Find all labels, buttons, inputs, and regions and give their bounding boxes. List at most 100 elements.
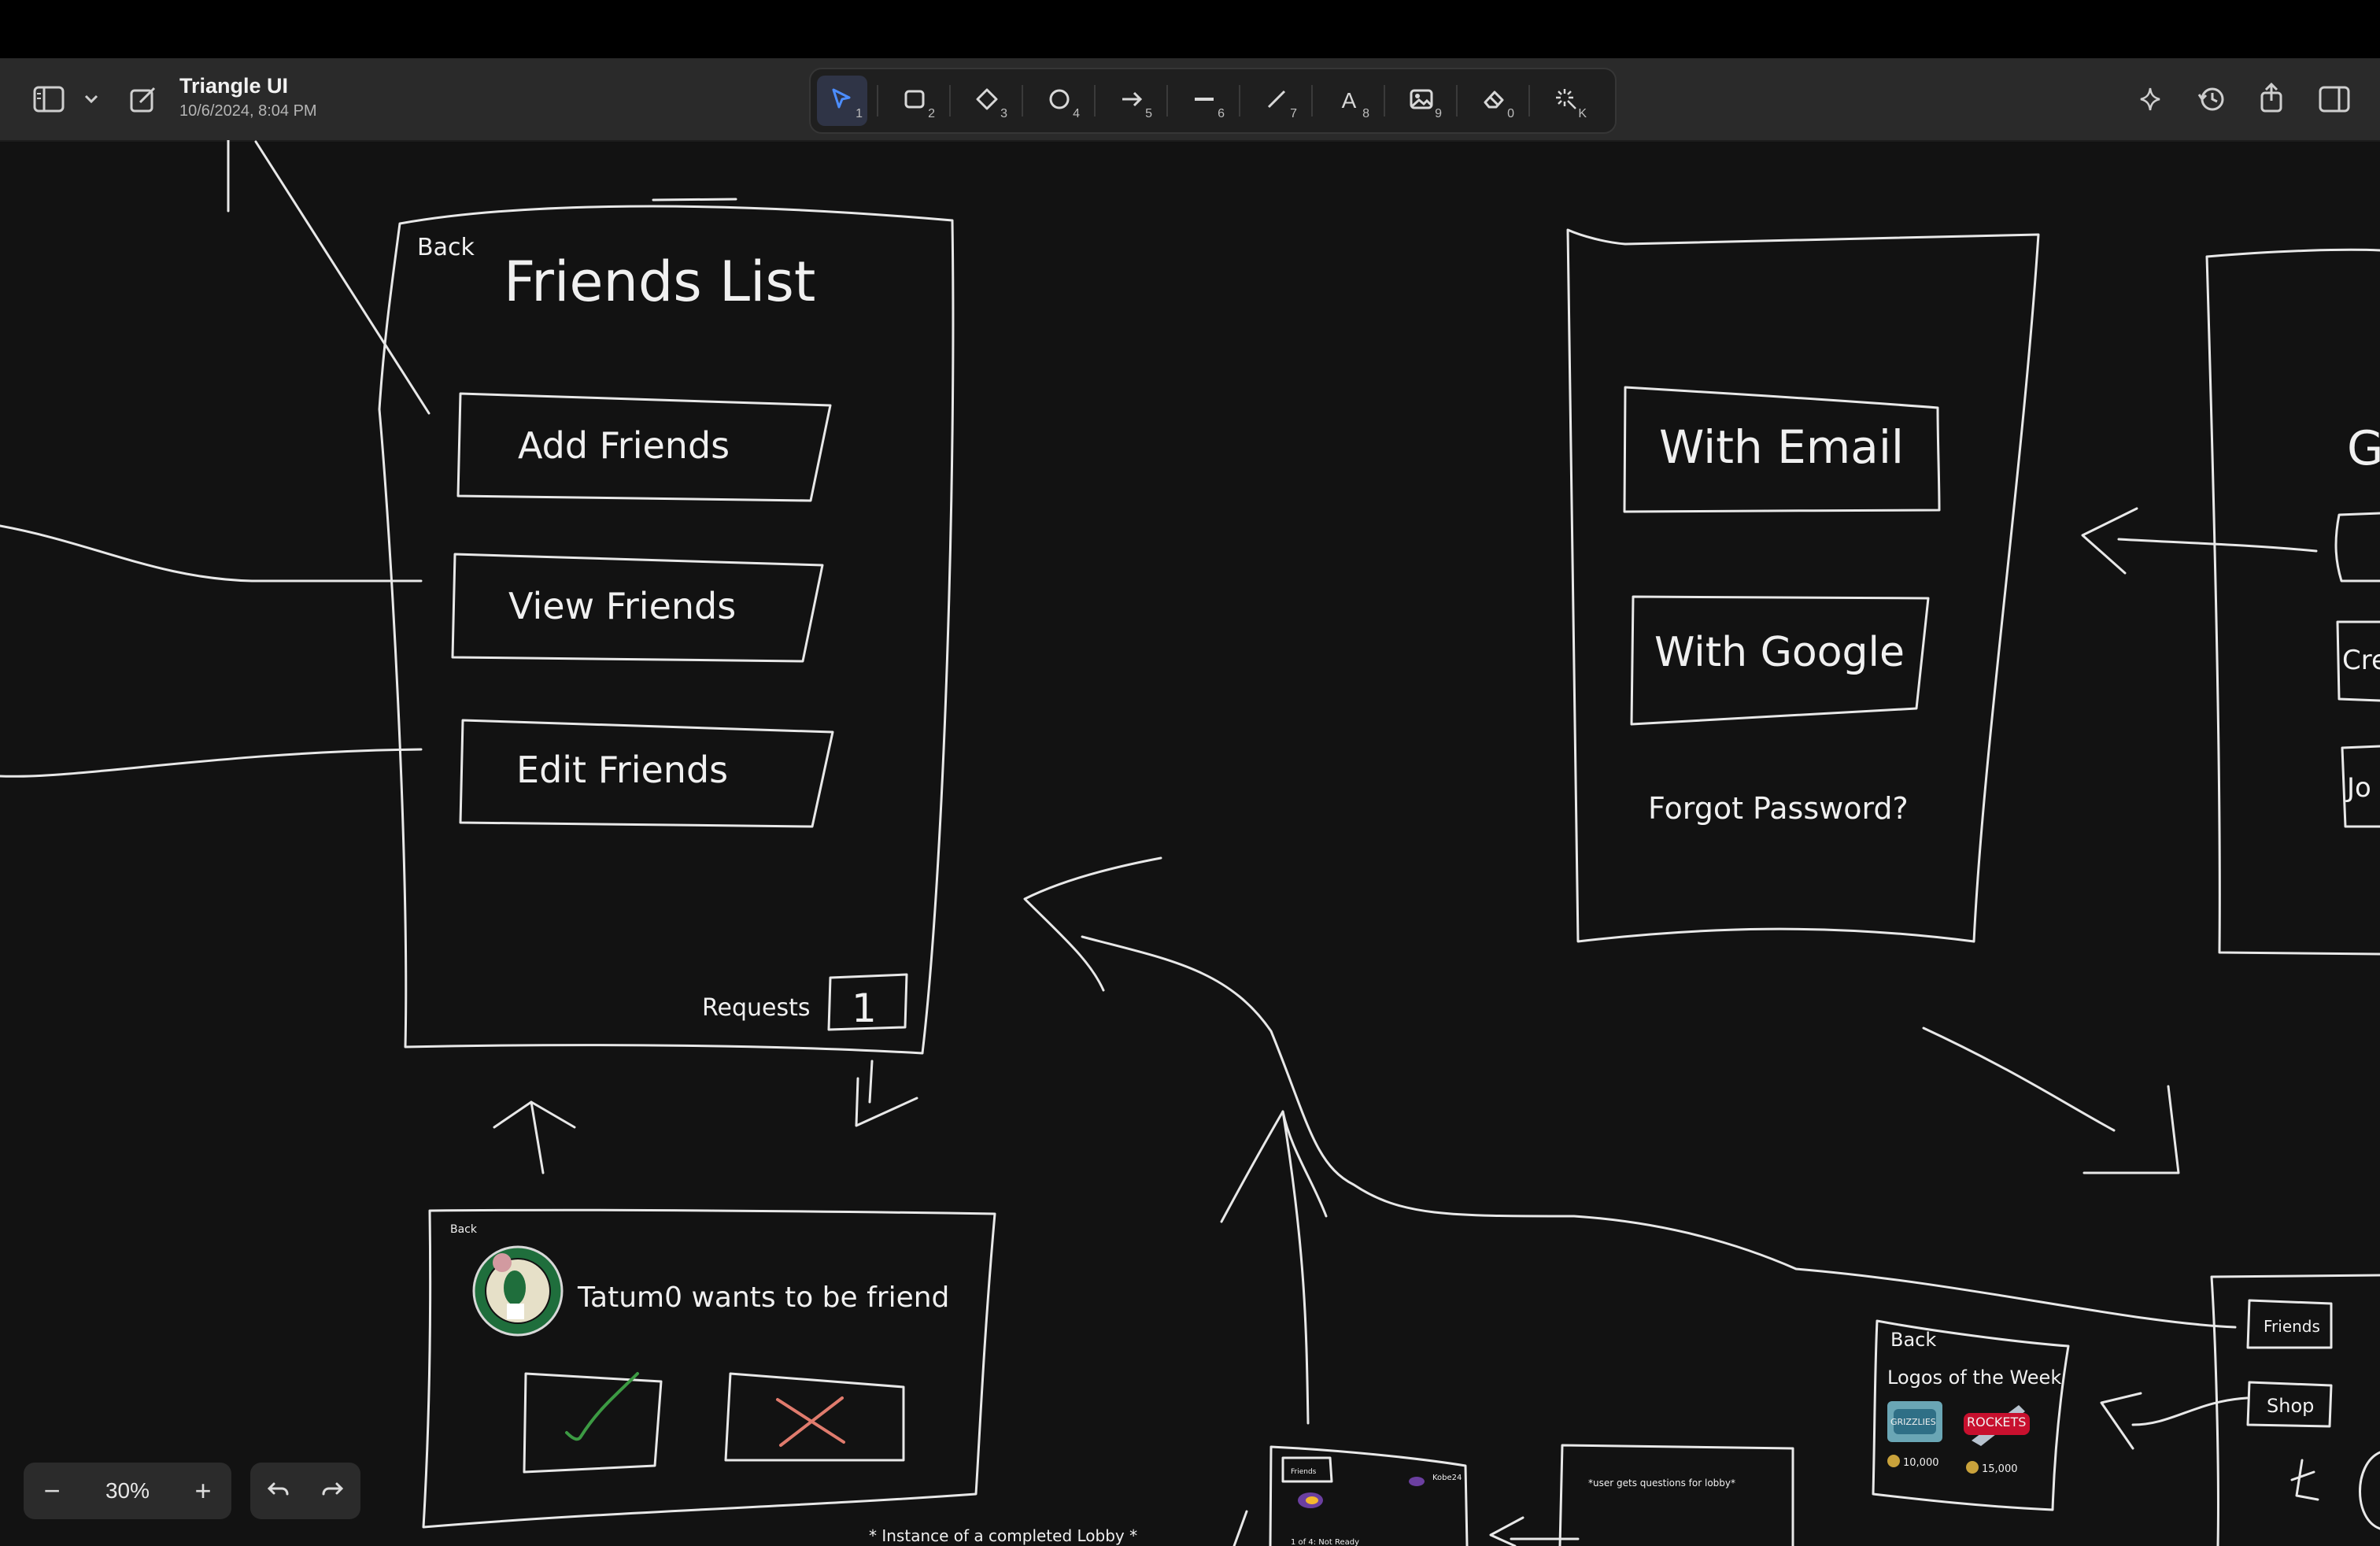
divider [1094, 85, 1096, 117]
zoom-in-button[interactable]: + [175, 1463, 231, 1519]
chevron-down-icon[interactable] [69, 77, 113, 121]
eraser-tool[interactable]: 0 [1469, 76, 1519, 126]
sidebar-toggle-icon[interactable] [27, 77, 71, 121]
shortcut-key: 2 [928, 107, 935, 120]
friends-list-back[interactable]: Back [417, 234, 475, 261]
connector-line [1023, 856, 1162, 992]
ellipse-tool[interactable]: 4 [1034, 76, 1085, 126]
right-partial-jo: Jo [2345, 772, 2371, 804]
redo-button[interactable] [305, 1463, 360, 1519]
right-partial-box [2334, 512, 2380, 583]
shortcut-key: 7 [1290, 107, 1297, 120]
requests-count: 1 [852, 986, 877, 1031]
view-friends-label[interactable]: View Friends [508, 585, 736, 627]
connector-line [0, 748, 423, 778]
circle-partial [2359, 1451, 2380, 1530]
pencil-tool[interactable]: 7 [1251, 76, 1302, 126]
image-icon [1409, 87, 1434, 114]
history-icon[interactable] [2190, 77, 2234, 121]
divider [1384, 85, 1385, 117]
forgot-password-link[interactable]: Forgot Password? [1648, 791, 1909, 826]
divider [1239, 85, 1240, 117]
coin-icon [1887, 1455, 1900, 1467]
rectangle-tool[interactable]: 2 [889, 76, 940, 126]
share-icon[interactable] [2249, 76, 2293, 120]
eraser-icon [1481, 87, 1506, 114]
connector-line [1281, 1110, 1310, 1425]
toolbar: Triangle UI 10/6/2024, 8:04 PM 1 2 3 4 5 [0, 58, 2380, 142]
questions-note: *user gets questions for lobby* [1588, 1478, 1735, 1489]
laser-tool[interactable]: K [1541, 76, 1591, 126]
arrow-down [868, 1060, 874, 1104]
friends-list-scribble [652, 198, 737, 202]
line-tool[interactable]: 6 [1179, 76, 1229, 126]
undo-button[interactable] [250, 1463, 305, 1519]
connector-line [254, 140, 431, 415]
image-tool[interactable]: 9 [1396, 76, 1447, 126]
cross-icon [776, 1396, 845, 1447]
logos-card-title: Logos of the Week [1887, 1367, 2061, 1389]
request-card-back[interactable]: Back [450, 1223, 478, 1236]
login-frame [1566, 228, 2040, 943]
rockets-logo-text: ROCKETS [1967, 1415, 2026, 1429]
divider [1166, 85, 1168, 117]
questions-frame [1558, 1444, 1794, 1546]
logos-card-back[interactable]: Back [1890, 1329, 1936, 1351]
lobby-caption: * Instance of a completed Lobby * [869, 1526, 1137, 1545]
undo-redo-control [250, 1463, 360, 1519]
with-email-label[interactable]: With Email [1659, 420, 1904, 474]
ellipse-icon [1048, 87, 1071, 114]
arrow-down [855, 1077, 918, 1127]
document-title: Triangle UI [179, 74, 289, 98]
undo-icon [266, 1479, 290, 1503]
drawing-canvas[interactable]: Back Friends List Add Friends View Frien… [0, 140, 2380, 1546]
with-google-label[interactable]: With Google [1654, 629, 1905, 676]
friends-list-title: Friends List [504, 250, 815, 314]
shortcut-key: K [1578, 107, 1587, 120]
arrow-up [530, 1100, 545, 1174]
side-menu-friends[interactable]: Friends [2264, 1317, 2320, 1336]
request-card-text: Tatum0 wants to be friend [577, 1282, 949, 1314]
text-icon: A [1341, 88, 1357, 113]
select-tool[interactable]: 1 [817, 76, 867, 126]
connector-arrow [2117, 538, 2318, 553]
sparkle-icon[interactable] [2128, 77, 2172, 121]
document-date: 10/6/2024, 8:04 PM [179, 102, 317, 120]
shortcut-key: 4 [1073, 107, 1080, 120]
zoom-control: − 30% + [24, 1463, 231, 1519]
right-frame [2205, 248, 2380, 956]
connector-line [1081, 935, 2237, 1329]
side-menu-shop[interactable]: Shop [2267, 1395, 2314, 1417]
divider [949, 85, 951, 117]
connector-arrow [1232, 1510, 1248, 1546]
zoom-level[interactable]: 30% [80, 1478, 175, 1503]
lakers-logo-tiny [1409, 1477, 1425, 1486]
requests-label: Requests [702, 994, 811, 1022]
arrow-down-right [1922, 1026, 2116, 1132]
arrow-icon [1120, 87, 1144, 114]
compose-icon[interactable] [121, 77, 165, 121]
line-icon [1192, 87, 1216, 114]
redo-icon [321, 1479, 345, 1503]
shortcut-key: 8 [1362, 107, 1369, 120]
edit-friends-label[interactable]: Edit Friends [516, 749, 728, 791]
divider [1528, 85, 1530, 117]
zoom-out-button[interactable]: − [24, 1463, 80, 1519]
arrow-tool[interactable]: 5 [1107, 76, 1157, 126]
select-cursor-icon [830, 87, 854, 114]
connector-line [1220, 1110, 1328, 1223]
reject-box [724, 1372, 905, 1462]
arrow-down-right [2082, 1085, 2180, 1174]
laser-icon [1554, 87, 1579, 115]
lakers-logo-small [1298, 1492, 1323, 1508]
connector-arrow [1489, 1516, 1580, 1546]
accept-box [523, 1372, 663, 1474]
lobby-status: 1 of 4: Not Ready [1291, 1538, 1359, 1546]
text-tool[interactable]: A 8 [1324, 76, 1374, 126]
add-friends-label[interactable]: Add Friends [518, 424, 730, 467]
divider [877, 85, 878, 117]
check-icon [565, 1372, 639, 1441]
right-panel-toggle-icon[interactable] [2312, 77, 2356, 121]
diamond-tool[interactable]: 3 [962, 76, 1012, 126]
tool-palette: 1 2 3 4 5 6 7 A 8 9 0 K [809, 68, 1617, 134]
